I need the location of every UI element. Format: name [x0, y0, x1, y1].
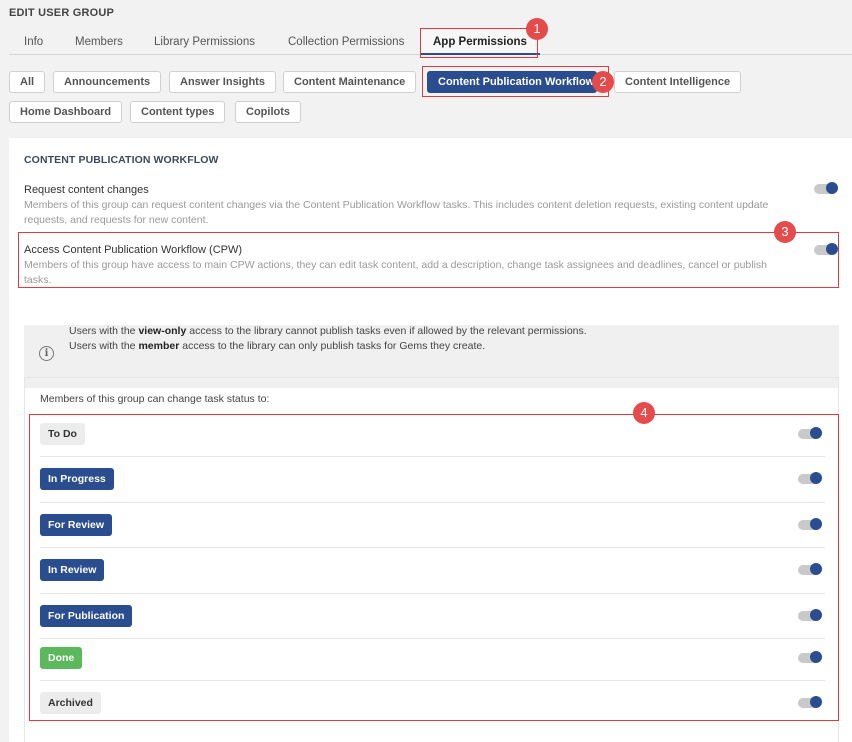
chip-content-maintenance[interactable]: Content Maintenance: [283, 71, 417, 93]
chip-content-intelligence[interactable]: Content Intelligence: [614, 71, 742, 93]
status-badge-to-do: To Do: [40, 423, 85, 445]
annotation-badge-3: 3: [774, 221, 796, 243]
permissions-panel: CONTENT PUBLICATION WORKFLOW Request con…: [9, 138, 852, 742]
tab-members[interactable]: Members: [75, 36, 123, 48]
status-row-in-progress: In Progress: [40, 457, 825, 503]
permission-access-cpw: Access Content Publication Workflow (CPW…: [24, 243, 784, 288]
status-badge-in-progress: In Progress: [40, 468, 114, 490]
info-icon: i: [39, 346, 54, 361]
status-badge-archived: Archived: [40, 692, 101, 714]
status-row-to-do: To Do: [40, 416, 825, 457]
toggle-status-in-review[interactable]: [798, 563, 822, 575]
annotation-badge-1: 1: [526, 18, 548, 40]
toggle-status-in-progress[interactable]: [798, 472, 822, 484]
toggle-knob: [826, 243, 838, 255]
annotation-badge-4: 4: [633, 402, 655, 424]
section-title: CONTENT PUBLICATION WORKFLOW: [24, 154, 219, 166]
toggle-knob: [810, 609, 822, 621]
page-title: EDIT USER GROUP: [9, 7, 115, 19]
toggle-knob: [810, 651, 822, 663]
toggle-status-archived[interactable]: [798, 696, 822, 708]
status-row-for-review: For Review: [40, 503, 825, 548]
tab-collection-permissions[interactable]: Collection Permissions: [288, 36, 404, 48]
info-line-2: Users with the member access to the libr…: [69, 338, 485, 354]
tab-library-permissions[interactable]: Library Permissions: [154, 36, 255, 48]
annotation-badge-2: 2: [592, 71, 614, 93]
toggle-status-to-do[interactable]: [798, 427, 822, 439]
info-emphasis: view-only: [138, 325, 187, 337]
status-section-label: Members of this group can change task st…: [40, 393, 270, 405]
chip-announcements[interactable]: Announcements: [53, 71, 162, 93]
toggle-knob: [810, 563, 822, 575]
info-text: access to the library cannot publish tas…: [186, 325, 587, 337]
chip-content-publication-workflow[interactable]: Content Publication Workflow: [427, 71, 597, 93]
info-emphasis: member: [138, 340, 180, 352]
toggle-request-content-changes[interactable]: [814, 182, 838, 194]
chip-home-dashboard[interactable]: Home Dashboard: [9, 101, 123, 123]
status-row-for-publication: For Publication: [40, 594, 825, 639]
status-card: Members of this group can change task st…: [24, 377, 839, 742]
info-text: Users with the: [69, 325, 139, 337]
toggle-knob: [810, 696, 822, 708]
chip-copilots[interactable]: Copilots: [235, 101, 301, 123]
chip-content-types[interactable]: Content types: [130, 101, 226, 123]
toggle-access-cpw[interactable]: [814, 243, 838, 255]
toggle-status-done[interactable]: [798, 651, 822, 663]
toggle-knob: [810, 518, 822, 530]
status-badge-for-review: For Review: [40, 514, 113, 536]
permission-description: Members of this group have access to mai…: [24, 259, 767, 286]
status-badge-for-publication: For Publication: [40, 605, 133, 627]
permission-request-content-changes: Request content changes Members of this …: [24, 183, 784, 228]
chip-all[interactable]: All: [9, 71, 46, 93]
tab-app-permissions[interactable]: App Permissions: [420, 30, 540, 55]
info-box: i Users with the view-only access to the…: [24, 325, 839, 388]
info-text: access to the library can only publish t…: [179, 340, 486, 352]
status-row-archived: Archived: [40, 681, 825, 727]
status-row-in-review: In Review: [40, 548, 825, 594]
permission-description: Members of this group can request conten…: [24, 199, 769, 226]
permission-title: Request content changes: [24, 184, 149, 196]
toggle-status-for-publication[interactable]: [798, 609, 822, 621]
tab-bar: Info Members Library Permissions Collect…: [9, 30, 852, 55]
toggle-knob: [810, 472, 822, 484]
toggle-knob: [810, 427, 822, 439]
info-text: Users with the: [69, 340, 139, 352]
status-badge-done: Done: [40, 647, 83, 669]
info-line-1: Users with the view-only access to the l…: [69, 323, 587, 339]
tab-info[interactable]: Info: [24, 36, 43, 48]
chip-answer-insights[interactable]: Answer Insights: [169, 71, 276, 93]
status-row-done: Done: [40, 639, 825, 681]
status-badge-in-review: In Review: [40, 559, 105, 581]
permission-title: Access Content Publication Workflow (CPW…: [24, 244, 243, 256]
toggle-knob: [826, 182, 838, 194]
toggle-status-for-review[interactable]: [798, 518, 822, 530]
